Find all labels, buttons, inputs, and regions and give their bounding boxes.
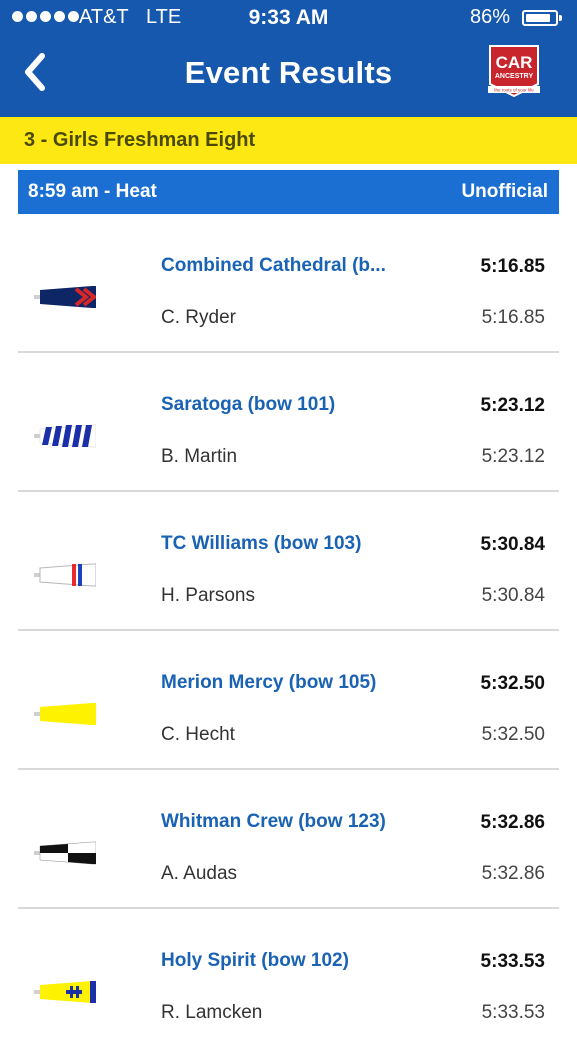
battery-percentage: 86%	[470, 6, 511, 28]
finish-time: 5:16.85	[480, 256, 545, 277]
oar-white-red-blue-bands-icon	[34, 563, 96, 587]
finish-time: 5:32.86	[480, 812, 545, 833]
raw-time: 5:33.53	[481, 1002, 545, 1023]
raw-time: 5:32.50	[481, 724, 545, 745]
result-row[interactable]: Saratoga (bow 101) B. Martin 5:23.12 5:2…	[18, 353, 559, 492]
finish-time: 5:30.84	[480, 534, 545, 555]
oar-yellow-icon	[34, 703, 96, 725]
coxswain-name: H. Parsons	[161, 585, 255, 606]
results-list: Combined Cathedral (b... C. Ryder 5:16.8…	[0, 214, 577, 1048]
crew-name[interactable]: Whitman Crew (bow 123)	[161, 811, 411, 833]
crew-name[interactable]: TC Williams (bow 103)	[161, 533, 411, 555]
oar-blue-white-stripes-icon	[34, 424, 96, 448]
coxswain-name: R. Lamcken	[161, 1002, 263, 1023]
coxswain-name: C. Hecht	[161, 724, 235, 745]
app-header: AT&T LTE 9:33 AM 86% Event Results CAR A…	[0, 0, 577, 117]
finish-time: 5:33.53	[480, 951, 545, 972]
heat-status: Unofficial	[461, 181, 548, 202]
heat-header: 8:59 am - Heat Unofficial	[18, 170, 559, 214]
car-ancestry-logo[interactable]: CAR ANCESTRY the roots of your life	[486, 44, 542, 102]
oar-yellow-blue-cross-icon	[34, 981, 96, 1003]
result-row[interactable]: Merion Mercy (bow 105) C. Hecht 5:32.50 …	[18, 631, 559, 770]
event-name-bar: 3 - Girls Freshman Eight	[0, 117, 577, 164]
status-bar: AT&T LTE 9:33 AM 86%	[0, 0, 577, 38]
raw-time: 5:23.12	[481, 446, 545, 467]
result-row[interactable]: Whitman Crew (bow 123) A. Audas 5:32.86 …	[18, 770, 559, 909]
svg-text:CAR: CAR	[496, 53, 533, 72]
coxswain-name: A. Audas	[161, 863, 238, 884]
crew-name[interactable]: Combined Cathedral (b...	[161, 255, 411, 277]
coxswain-name: B. Martin	[161, 446, 238, 467]
battery-icon	[522, 10, 558, 26]
crew-name[interactable]: Holy Spirit (bow 102)	[161, 950, 411, 972]
battery-tip	[559, 15, 562, 21]
event-name: 3 - Girls Freshman Eight	[24, 129, 256, 151]
result-row[interactable]: TC Williams (bow 103) H. Parsons 5:30.84…	[18, 492, 559, 631]
oar-black-white-checker-icon	[34, 841, 96, 865]
coxswain-name: C. Ryder	[161, 307, 236, 328]
raw-time: 5:16.85	[481, 307, 545, 328]
result-row[interactable]: Combined Cathedral (b... C. Ryder 5:16.8…	[18, 214, 559, 353]
raw-time: 5:32.86	[481, 863, 545, 884]
result-row[interactable]: Holy Spirit (bow 102) R. Lamcken 5:33.53…	[18, 909, 559, 1048]
finish-time: 5:23.12	[480, 395, 545, 416]
crew-name[interactable]: Saratoga (bow 101)	[161, 394, 411, 416]
oar-navy-red-chevrons-icon	[34, 286, 96, 308]
svg-text:ANCESTRY: ANCESTRY	[495, 73, 534, 80]
crew-name[interactable]: Merion Mercy (bow 105)	[161, 672, 411, 694]
heat-title: 8:59 am - Heat	[28, 181, 157, 202]
raw-time: 5:30.84	[481, 585, 545, 606]
finish-time: 5:32.50	[480, 673, 545, 694]
svg-text:the roots of your life: the roots of your life	[494, 88, 534, 93]
